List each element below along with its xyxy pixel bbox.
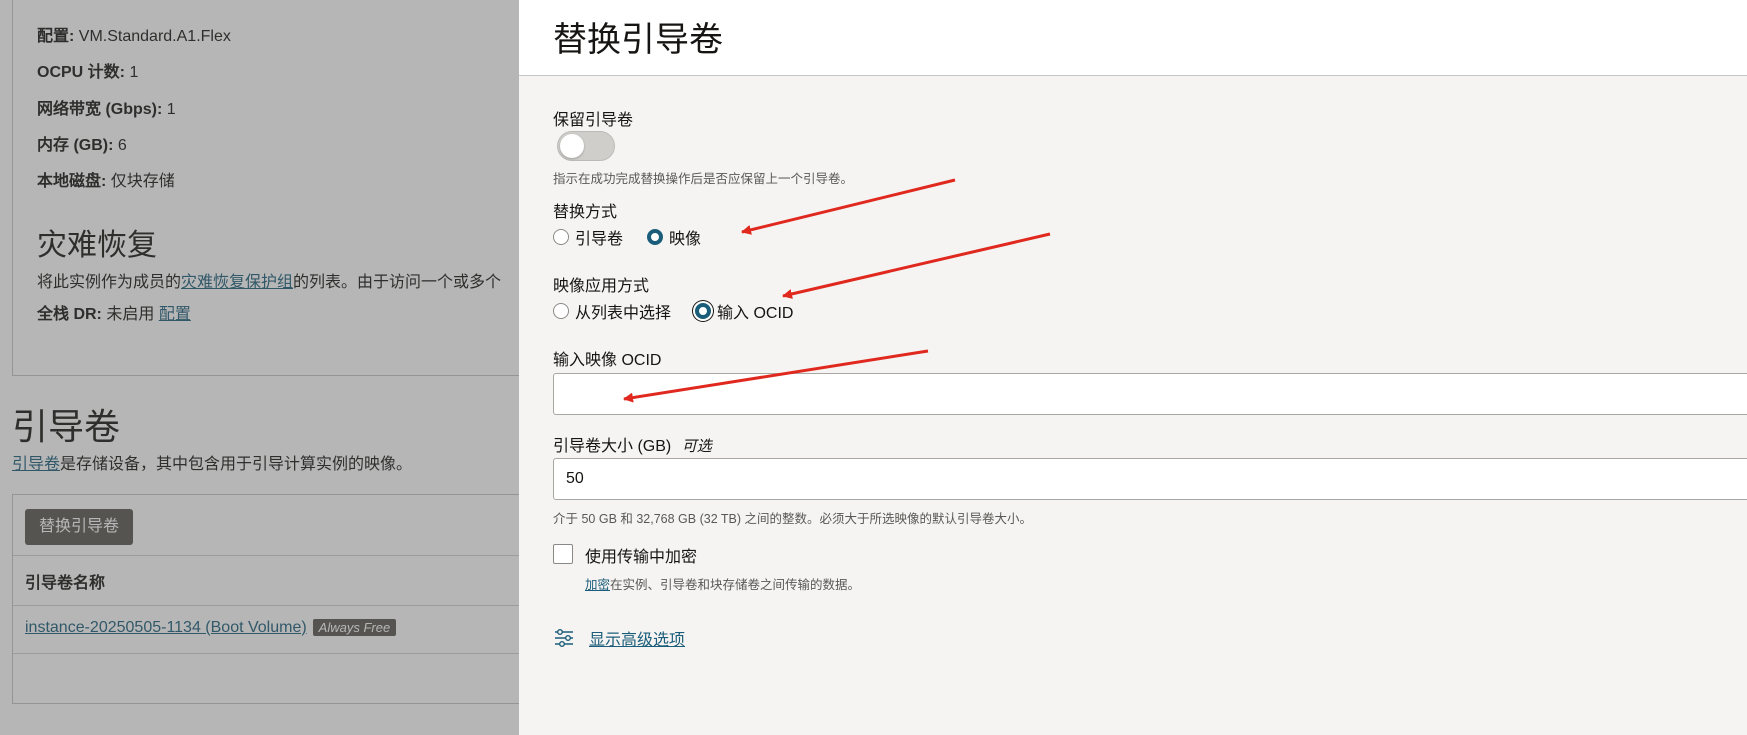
radio-label: 引导卷	[575, 231, 624, 248]
sliders-icon	[555, 629, 573, 647]
radio-replace-by-boot-volume[interactable]: 引导卷	[553, 225, 623, 249]
show-advanced-options-link[interactable]: 显示高级选项	[589, 626, 685, 650]
encryption-doc-link[interactable]: 加密	[585, 578, 610, 592]
radio-label: 映像	[669, 231, 702, 248]
drawer-title: 替换引导卷	[553, 21, 723, 59]
image-ocid-input[interactable]	[553, 373, 1747, 415]
radio-button-icon	[553, 229, 569, 245]
preserve-boot-volume-label: 保留引导卷	[553, 112, 634, 129]
toggle-knob	[560, 134, 584, 158]
radio-button-selected-icon	[695, 303, 712, 319]
show-advanced-options[interactable]: 显示高级选项	[553, 626, 685, 650]
in-transit-encryption-label: 使用传输中加密	[585, 549, 698, 566]
radio-button-selected-icon	[647, 229, 664, 245]
radio-replace-by-image[interactable]: 映像	[647, 225, 701, 249]
drawer-header: 替换引导卷	[519, 0, 1747, 76]
radio-enter-ocid[interactable]: 输入 OCID	[695, 299, 793, 323]
image-source-label: 映像应用方式	[553, 278, 650, 295]
replace-by-radio-group: 引导卷 映像	[553, 225, 725, 249]
radio-select-from-list[interactable]: 从列表中选择	[553, 299, 671, 323]
image-ocid-label: 输入映像 OCID	[553, 352, 662, 369]
preserve-boot-volume-toggle[interactable]	[557, 131, 615, 161]
boot-volume-size-input[interactable]	[553, 458, 1747, 500]
preserve-help-text: 指示在成功完成替换操作后是否应保留上一个引导卷。	[553, 172, 854, 186]
boot-volume-size-label: 引导卷大小 (GB) 可选	[553, 438, 712, 455]
radio-label: 输入 OCID	[717, 305, 794, 322]
modal-backdrop[interactable]	[0, 0, 520, 735]
encryption-help-text: 加密在实例、引导卷和块存储卷之间传输的数据。	[585, 578, 861, 592]
optional-tag: 可选	[681, 438, 712, 455]
radio-label: 从列表中选择	[575, 305, 672, 322]
radio-button-icon	[553, 303, 569, 319]
in-transit-encryption-checkbox[interactable]	[553, 544, 573, 564]
replace-boot-volume-drawer: 替换引导卷 保留引导卷 指示在成功完成替换操作后是否应保留上一个引导卷。 替换方…	[519, 0, 1747, 735]
size-help-text: 介于 50 GB 和 32,768 GB (32 TB) 之间的整数。必须大于所…	[553, 512, 1033, 526]
image-source-radio-group: 从列表中选择 输入 OCID	[553, 299, 817, 323]
replace-by-label: 替换方式	[553, 204, 618, 221]
